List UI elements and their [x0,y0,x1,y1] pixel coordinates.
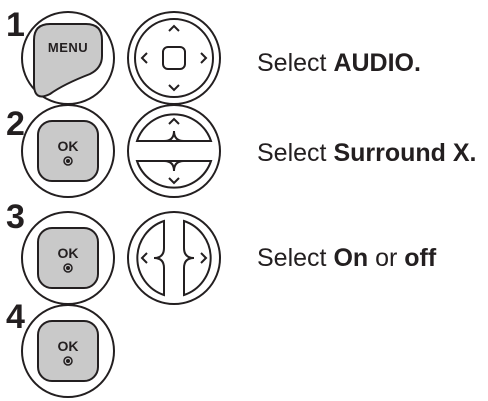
ok-button[interactable]: OK [20,103,116,199]
ok-button[interactable]: OK [20,303,116,399]
step-3-text-prefix: Select [257,244,334,272]
step-1-text-prefix: Select [257,49,334,77]
ok-button-label: OK [57,138,79,154]
left-right-navigation-pad[interactable] [126,210,222,306]
step-2-text-bold: Surround X. [333,139,477,167]
ok-button[interactable]: OK [20,210,116,306]
menu-button-icon [21,11,115,105]
menu-button-label: MENU [47,40,89,55]
up-down-navigation-pad-icon [127,104,221,198]
step-3-instruction: Select On or off [257,246,436,271]
step-2-text-prefix: Select [257,139,334,167]
step-1-instruction: Select AUDIO. [257,51,421,76]
step-1-text-bold: AUDIO. [333,49,421,77]
step-2-instruction: Select Surround X. [257,141,477,166]
menu-button[interactable]: MENU [20,10,116,106]
four-way-navigation-pad[interactable] [126,10,222,106]
step-3-text-bold: On [333,244,369,272]
left-right-navigation-pad-icon [127,211,221,305]
ok-button-label: OK [57,338,79,354]
ok-button-label: OK [57,245,79,261]
step-3-text-mid: or [368,244,405,272]
step-3-text-bold-2: off [404,244,437,272]
up-down-navigation-pad[interactable] [126,103,222,199]
four-way-navigation-pad-icon [127,11,221,105]
